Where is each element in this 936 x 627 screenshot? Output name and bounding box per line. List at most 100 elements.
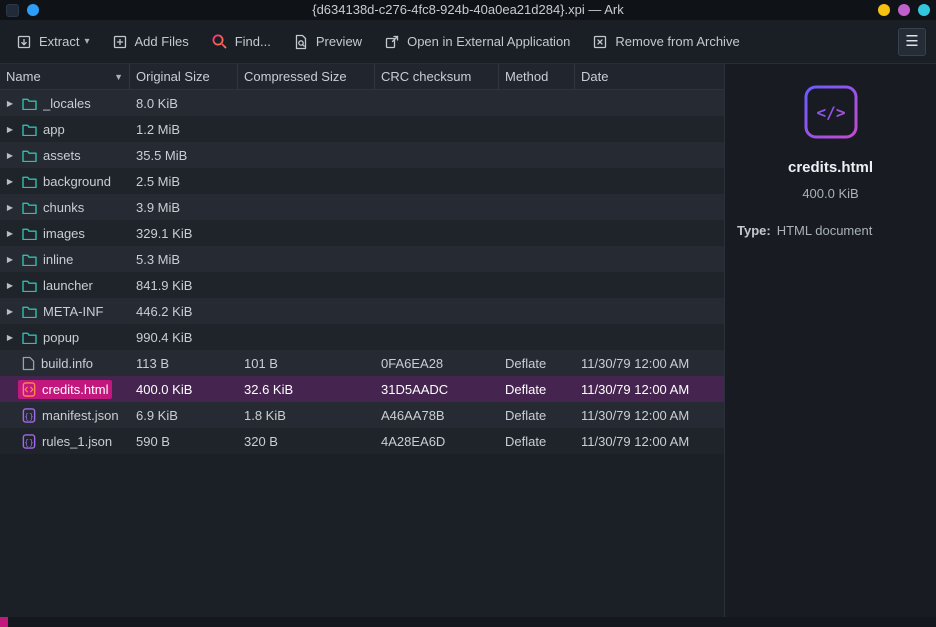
name-chip: app xyxy=(18,120,69,139)
table-row[interactable]: build.info113 B101 B0FA6EA28Deflate11/30… xyxy=(0,350,724,376)
cell-compressed-size xyxy=(238,246,375,272)
column-header-crc[interactable]: CRC checksum xyxy=(375,64,499,89)
table-row[interactable]: ▶chunks3.9 MiB xyxy=(0,194,724,220)
expand-arrow-icon[interactable]: ▶ xyxy=(2,229,18,238)
cell-crc xyxy=(375,298,499,324)
column-header-compressed-size[interactable]: Compressed Size xyxy=(238,64,375,89)
info-type-label: Type: xyxy=(737,223,771,238)
table-row[interactable]: ▶launcher841.9 KiB xyxy=(0,272,724,298)
cell-date xyxy=(575,220,724,246)
expand-arrow-icon[interactable]: ▶ xyxy=(2,281,18,290)
find-button[interactable]: Find... xyxy=(201,26,281,57)
column-header-method[interactable]: Method xyxy=(499,64,575,89)
file-icon xyxy=(22,356,35,371)
cell-original-size: 1.2 MiB xyxy=(130,116,238,142)
open-external-icon xyxy=(384,34,400,50)
expand-arrow-icon[interactable]: ▶ xyxy=(2,125,18,134)
column-header-original-size[interactable]: Original Size xyxy=(130,64,238,89)
folder-icon xyxy=(22,305,37,318)
table-row[interactable]: ▶app 1.2 MiB xyxy=(0,116,724,142)
expand-arrow-icon[interactable]: ▶ xyxy=(2,307,18,316)
svg-text:</>: </> xyxy=(816,103,845,122)
hamburger-icon: ☰ xyxy=(905,34,918,49)
file-name: popup xyxy=(43,330,79,345)
file-name: assets xyxy=(43,148,81,163)
cell-name: {} manifest.json xyxy=(0,402,130,428)
table-row[interactable]: credits.html400.0 KiB32.6 KiB31D5AADCDef… xyxy=(0,376,724,402)
ark-window: {d634138d-c276-4fc8-924b-40a0ea21d284}.x… xyxy=(0,0,936,627)
cell-original-size: 446.2 KiB xyxy=(130,298,238,324)
table-row[interactable]: ▶popup990.4 KiB xyxy=(0,324,724,350)
info-panel: </> credits.html 400.0 KiB Type:HTML doc… xyxy=(725,64,936,617)
table-row[interactable]: {}manifest.json6.9 KiB1.8 KiBA46AA78BDef… xyxy=(0,402,724,428)
minimize-button[interactable] xyxy=(878,4,890,16)
preview-button[interactable]: Preview xyxy=(283,27,372,57)
expand-arrow-icon[interactable]: ▶ xyxy=(2,333,18,342)
cell-original-size: 841.9 KiB xyxy=(130,272,238,298)
add-files-button[interactable]: Add Files xyxy=(102,27,199,57)
menu-button[interactable]: ☰ xyxy=(898,28,926,56)
name-chip: background xyxy=(18,172,115,191)
app-indicator-icon xyxy=(27,4,39,16)
cell-date: 11/30/79 12:00 AM xyxy=(575,350,724,376)
cell-original-size: 5.3 MiB xyxy=(130,246,238,272)
cell-crc: A46AA78B xyxy=(375,402,499,428)
table-row[interactable]: {}rules_1.json590 B320 B4A28EA6DDeflate1… xyxy=(0,428,724,454)
json-file-icon: {} xyxy=(22,434,36,449)
folder-icon xyxy=(22,279,37,292)
column-header-date[interactable]: Date xyxy=(575,64,724,89)
open-external-button[interactable]: Open in External Application xyxy=(374,27,580,57)
cell-crc xyxy=(375,194,499,220)
name-chip: chunks xyxy=(18,198,88,217)
table-row[interactable]: ▶META-INF 446.2 KiB xyxy=(0,298,724,324)
name-chip: build.info xyxy=(18,354,97,373)
cell-crc xyxy=(375,324,499,350)
expand-arrow-icon[interactable]: ▶ xyxy=(2,151,18,160)
cell-compressed-size xyxy=(238,298,375,324)
expand-arrow-icon[interactable]: ▶ xyxy=(2,177,18,186)
extract-icon xyxy=(16,34,32,50)
cell-method xyxy=(499,116,575,142)
table-row[interactable]: ▶_locales8.0 KiB xyxy=(0,90,724,116)
cell-date xyxy=(575,142,724,168)
cell-method xyxy=(499,168,575,194)
close-button[interactable] xyxy=(918,4,930,16)
folder-icon xyxy=(22,123,37,136)
remove-from-archive-button[interactable]: Remove from Archive xyxy=(582,27,749,57)
table-row[interactable]: ▶background2.5 MiB xyxy=(0,168,724,194)
name-chip: popup xyxy=(18,328,83,347)
cell-original-size: 590 B xyxy=(130,428,238,454)
cell-name: ▶ _locales xyxy=(0,90,130,116)
name-chip: META-INF xyxy=(18,302,107,321)
extract-button[interactable]: Extract ▾ xyxy=(6,27,100,57)
file-name: manifest.json xyxy=(42,408,119,423)
table-row[interactable]: ▶assets35.5 MiB xyxy=(0,142,724,168)
expand-arrow-icon[interactable]: ▶ xyxy=(2,203,18,212)
table-header: Name ▼ Original Size Compressed Size CRC… xyxy=(0,64,724,90)
titlebar: {d634138d-c276-4fc8-924b-40a0ea21d284}.x… xyxy=(0,0,936,20)
folder-icon xyxy=(22,201,37,214)
name-chip: images xyxy=(18,224,89,243)
cell-crc: 31D5AADC xyxy=(375,376,499,402)
column-label: Name xyxy=(6,69,41,84)
svg-text:{}: {} xyxy=(24,411,34,420)
expand-arrow-icon[interactable]: ▶ xyxy=(2,255,18,264)
cell-method xyxy=(499,298,575,324)
info-filename: credits.html xyxy=(788,159,873,176)
table-row[interactable]: ▶inline5.3 MiB xyxy=(0,246,724,272)
cell-compressed-size xyxy=(238,116,375,142)
cell-original-size: 6.9 KiB xyxy=(130,402,238,428)
find-label: Find... xyxy=(235,34,271,49)
cell-crc xyxy=(375,142,499,168)
info-type-value: HTML document xyxy=(777,223,873,238)
column-header-name[interactable]: Name ▼ xyxy=(0,64,130,89)
file-name: _locales xyxy=(43,96,91,111)
cell-crc xyxy=(375,272,499,298)
cell-date: 11/30/79 12:00 AM xyxy=(575,428,724,454)
cell-method xyxy=(499,246,575,272)
cell-compressed-size xyxy=(238,168,375,194)
cell-method xyxy=(499,220,575,246)
expand-arrow-icon[interactable]: ▶ xyxy=(2,99,18,108)
table-row[interactable]: ▶images329.1 KiB xyxy=(0,220,724,246)
maximize-button[interactable] xyxy=(898,4,910,16)
